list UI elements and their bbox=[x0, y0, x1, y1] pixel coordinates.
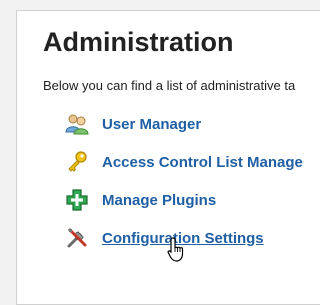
plus-icon bbox=[65, 188, 89, 212]
access-control-list-link[interactable]: Access Control List Manage bbox=[65, 150, 303, 174]
intro-text: Below you can find a list of administrat… bbox=[43, 78, 296, 93]
configuration-settings-link[interactable]: Configuration Settings bbox=[65, 226, 264, 250]
manage-plugins-label: Manage Plugins bbox=[102, 191, 217, 209]
user-manager-label: User Manager bbox=[102, 115, 202, 133]
access-control-list-label: Access Control List Manage bbox=[102, 153, 303, 171]
admin-panel: Administration Below you can find a list… bbox=[16, 10, 320, 305]
manage-plugins-link[interactable]: Manage Plugins bbox=[65, 188, 216, 212]
key-icon bbox=[65, 150, 89, 174]
configuration-settings-label: Configuration Settings bbox=[102, 229, 264, 247]
tools-icon bbox=[65, 226, 89, 250]
user-group-icon bbox=[65, 112, 89, 136]
page-title: Administration bbox=[43, 27, 234, 57]
user-manager-link[interactable]: User Manager bbox=[65, 112, 201, 136]
